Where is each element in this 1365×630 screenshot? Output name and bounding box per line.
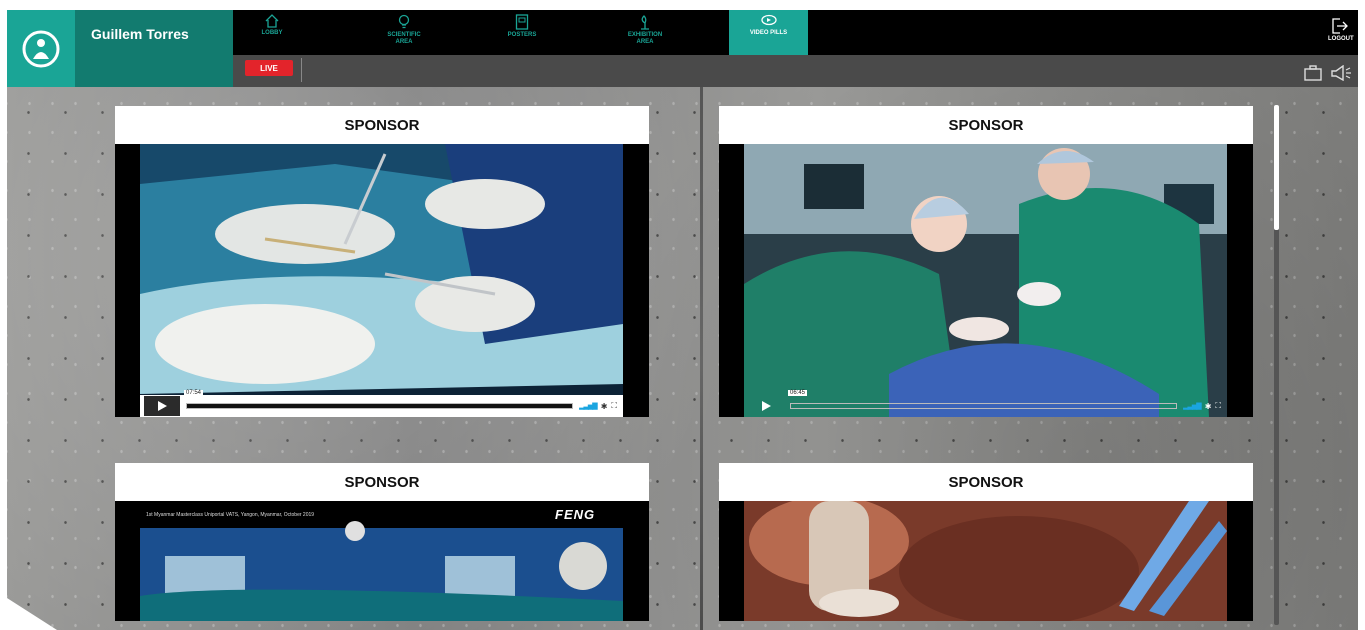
briefcase-icon[interactable]	[1304, 65, 1322, 86]
progress-track[interactable]	[186, 403, 574, 409]
nav-scientific-area-label: SCIENTIFIC AREA	[387, 32, 421, 45]
video-card: SPONSOR 1st Myanmar Masterclass Uniporta…	[115, 463, 649, 621]
nav-lobby-label: LOBBY	[261, 30, 283, 36]
time-badge: 07:54	[184, 390, 204, 396]
app-frame: LIVE Guillem Torres LOBBY SCIENTIFIC ARE…	[7, 10, 1358, 630]
nav-scientific-area[interactable]: SCIENTIFIC AREA	[349, 10, 459, 55]
user-name: Guillem Torres	[75, 10, 233, 87]
video-player[interactable]: 06:45 ▂▃▅▇ ✱ ⛶	[719, 144, 1253, 417]
brand-logo: FENG	[555, 507, 596, 522]
exhibition-icon	[641, 15, 649, 30]
avatar-icon	[22, 30, 60, 67]
logout-label: LOGOUT	[1328, 36, 1354, 42]
volume-icon[interactable]: ▂▃▅▇	[579, 402, 598, 410]
player-controls: 06:45 ▂▃▅▇ ✱ ⛶	[744, 390, 1227, 417]
fullscreen-icon[interactable]: ⛶	[1215, 401, 1221, 411]
logout-icon	[1332, 18, 1348, 34]
play-button[interactable]	[144, 396, 180, 416]
megaphone-icon[interactable]	[1330, 64, 1352, 86]
nav-video-pills[interactable]: VIDEO PILLS	[729, 10, 808, 55]
avatar-logo[interactable]	[7, 10, 75, 87]
video-player[interactable]: 07:54 ▂▃▅▇ ✱ ⛶	[115, 144, 649, 417]
corner-cut	[7, 598, 57, 630]
video-player[interactable]	[719, 501, 1253, 621]
nav-exhibition-area[interactable]: EXHIBITION AREA	[607, 10, 683, 55]
wall-crack	[700, 87, 703, 630]
time-badge: 06:45	[788, 390, 808, 396]
video-caption: 1st Myanmar Masterclass Uniportal VATS, …	[146, 512, 315, 518]
live-button[interactable]: LIVE	[245, 60, 293, 76]
card-title: SPONSOR	[719, 463, 1253, 501]
play-button[interactable]	[748, 396, 784, 416]
play-icon	[762, 401, 771, 411]
home-icon	[265, 14, 279, 28]
sub-bar-icons	[1304, 64, 1352, 86]
nav-video-pills-label: VIDEO PILLS	[749, 30, 788, 36]
video-player[interactable]: 1st Myanmar Masterclass Uniportal VATS, …	[115, 501, 649, 621]
nav-posters-label: POSTERS	[507, 32, 537, 38]
divider	[301, 58, 302, 82]
progress-track[interactable]	[790, 403, 1178, 409]
surgery-thumbnail	[744, 144, 1227, 417]
poster-icon	[515, 14, 529, 30]
card-title: SPONSOR	[115, 463, 649, 501]
video-card: SPONSOR	[719, 463, 1253, 621]
video-pills-icon	[760, 14, 777, 26]
nav-lobby[interactable]: LOBBY	[233, 10, 311, 55]
fullscreen-icon[interactable]: ⛶	[611, 401, 617, 411]
scrollbar-thumb[interactable]	[1274, 105, 1279, 230]
logout-button[interactable]: LOGOUT	[1328, 18, 1354, 42]
surgery-thumbnail	[719, 501, 1253, 621]
player-controls: 07:54 ▂▃▅▇ ✱ ⛶	[140, 390, 623, 417]
player-icons: ▂▃▅▇ ✱ ⛶	[579, 401, 617, 411]
play-icon	[158, 401, 167, 411]
player-icons: ▂▃▅▇ ✱ ⛶	[1183, 401, 1221, 411]
volume-icon[interactable]: ▂▃▅▇	[1183, 402, 1202, 410]
gear-icon[interactable]: ✱	[1205, 402, 1212, 411]
gear-icon[interactable]: ✱	[601, 402, 608, 411]
nav-posters[interactable]: POSTERS	[481, 10, 563, 55]
card-title: SPONSOR	[719, 106, 1253, 144]
video-card: SPONSOR 06:45 ▂▃▅▇ ✱ ⛶	[719, 106, 1253, 417]
lightbulb-icon	[398, 14, 410, 29]
surgery-thumbnail	[140, 144, 623, 417]
video-card: SPONSOR 07:54 ▂▃▅▇ ✱ ⛶	[115, 106, 649, 417]
nav-exhibition-area-label: EXHIBITION AREA	[627, 32, 663, 45]
card-title: SPONSOR	[115, 106, 649, 144]
